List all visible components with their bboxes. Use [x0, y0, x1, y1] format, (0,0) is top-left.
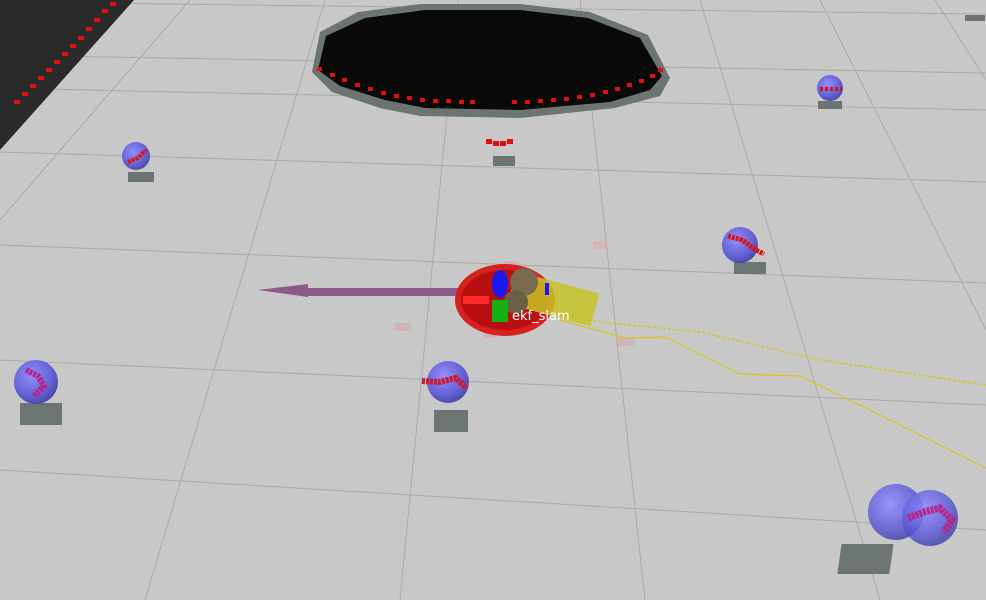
rviz-3d-viewport[interactable]: ekf_slam: [0, 0, 986, 600]
landmark-marker: [493, 156, 515, 166]
scene-canvas[interactable]: [0, 0, 986, 600]
landmark-marker: [965, 15, 985, 21]
landmark-2: [817, 75, 843, 109]
